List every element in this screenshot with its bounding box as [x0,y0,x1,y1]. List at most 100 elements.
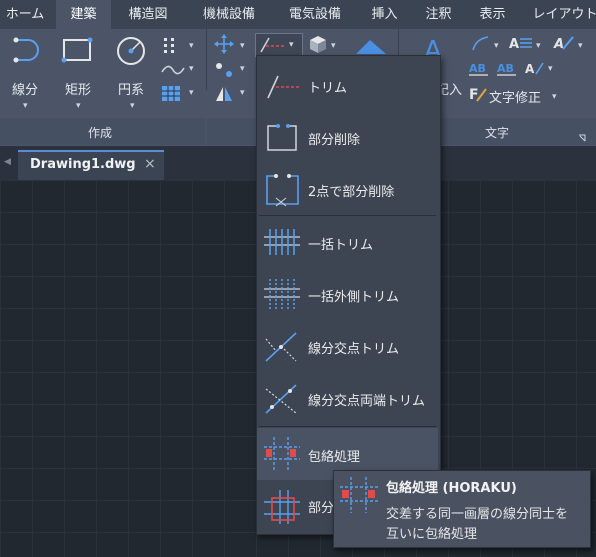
tab-home[interactable]: ホーム [0,0,50,29]
menu-separator [259,426,436,427]
tab-electrical[interactable]: 電気設備 [276,0,354,29]
text-panel-title: 文字 [485,126,510,140]
chevron-down-icon[interactable]: ▾ [536,41,541,51]
line-icon [13,37,39,63]
intersection-both-trim-icon [265,384,297,414]
chevron-down-icon[interactable]: ▾ [23,101,28,111]
text-ab-underline-icon: AB [497,62,516,76]
chevron-down-icon[interactable]: ▾ [494,41,499,51]
chevron-down-icon[interactable]: ▾ [189,64,194,74]
text-style-button[interactable]: A [508,35,534,55]
envelope-icon [340,477,378,513]
menu-item-trim[interactable]: トリム [257,60,438,112]
chevron-down-icon[interactable]: ▾ [189,41,194,51]
text-ab2-button[interactable]: AB [496,60,518,80]
chevron-down-icon[interactable]: ▾ [331,41,336,51]
document-tab-name: Drawing1.dwg [30,157,136,172]
text-ab-icon: AB [469,62,488,76]
trim-icon [267,75,300,99]
line-label: 線分 [12,83,39,98]
text-ab-button[interactable]: AB [468,60,490,80]
hatch-button[interactable] [161,85,183,107]
tooltip: 包絡処理 (HORAKU) 交差する同一画層の線分同士を 互いに包絡処理 [333,470,591,548]
menu-item-label: 一括トリム [308,238,374,253]
chevron-down-icon[interactable]: ▾ [240,88,245,98]
spline-icon [161,65,185,75]
text-eraser-icon: A [553,36,574,52]
batch-trim-icon [264,229,300,255]
menu-item-label: 包絡処理 [308,450,361,465]
menu-item-label: 2点で部分削除 [308,185,395,200]
tooltip-title: 包絡処理 (HORAKU) [386,481,517,496]
edit-text-button[interactable]: F [468,85,488,107]
chevron-down-icon[interactable]: ▾ [240,41,245,51]
menu-item-intersection-both-trim[interactable]: 線分交点両端トリム [257,373,438,425]
menu-item-two-point-delete[interactable]: 2点で部分削除 [257,164,438,216]
menu-item-label: 線分交点トリム [308,342,400,357]
partial-envelope-icon [264,490,300,524]
batch-outer-trim-icon [264,279,300,309]
two-point-delete-icon [266,174,299,207]
tooltip-description-line1: 交差する同一画層の線分同士を [386,507,569,522]
points-icon [164,38,174,53]
move-button[interactable] [213,34,235,58]
trim-dropdown-menu: トリム 部分削除 2点で部分削除 一括トリム 一括外側トリム 線分交点トリム 線… [256,55,441,535]
rect-button[interactable] [60,36,96,72]
intersection-trim-icon [265,332,297,362]
trim-dropdown-button[interactable]: ▾ [255,33,303,57]
envelope-icon [264,437,300,471]
menu-item-intersection-trim[interactable]: 線分交点トリム [257,321,438,373]
tab-scroll-left-icon[interactable]: ◀ [4,157,11,167]
tab-architecture[interactable]: 建築 [56,0,111,29]
chevron-down-icon[interactable]: ▾ [240,64,245,74]
tab-insert[interactable]: 挿入 [362,0,407,29]
menu-item-batch-trim[interactable]: 一括トリム [257,217,438,269]
document-tab[interactable]: Drawing1.dwg × [18,150,164,180]
close-icon[interactable]: × [144,156,156,172]
points-button[interactable] [162,36,184,58]
svg-text:A: A [509,37,519,51]
menu-item-partial-delete[interactable]: 部分削除 [257,112,438,164]
create-panel-title: 作成 [88,126,113,140]
menu-item-label: 部分 [308,501,335,516]
chevron-down-icon[interactable]: ▾ [552,92,557,102]
copy-button[interactable] [213,60,235,84]
chevron-down-icon[interactable]: ▾ [578,41,583,51]
menu-item-label: 一括外側トリム [308,290,400,305]
leader-icon [472,36,489,51]
menu-item-batch-outer-trim[interactable]: 一括外側トリム [257,269,438,321]
copy-icon [216,63,232,77]
tab-structure[interactable]: 構造図 [118,0,178,29]
spline-button[interactable] [160,62,186,82]
chevron-down-icon[interactable]: ▾ [130,101,135,111]
edit-text-label: 文字修正 [489,91,542,106]
chevron-down-icon[interactable]: ▾ [548,64,553,74]
tab-annotate[interactable]: 注釈 [416,0,461,29]
menu-item-label: 線分交点両端トリム [308,394,426,409]
text-rotate-button[interactable]: A [524,60,546,82]
menu-separator [259,215,436,216]
panel-divider [206,4,207,90]
text-clear-button[interactable]: A [553,35,575,55]
leader-button[interactable] [470,33,492,57]
circle-icon [117,37,145,65]
box-icon [310,36,326,53]
chevron-down-icon: ▾ [289,40,294,50]
chevron-down-icon[interactable]: ▾ [76,101,81,111]
circle-label: 円系 [118,83,145,98]
tab-view[interactable]: 表示 [470,0,515,29]
panel-launcher-icon[interactable] [578,127,586,142]
tab-layout[interactable]: レイアウト [528,0,596,29]
text-align-icon: A [509,37,532,52]
line-button[interactable] [8,36,44,72]
text-rotate-icon: A [525,62,544,76]
mirror-button[interactable] [213,84,235,108]
chevron-down-icon[interactable]: ▾ [189,88,194,98]
tab-mechanical[interactable]: 機械設備 [190,0,268,29]
text-edit-icon: F [469,87,487,103]
menu-item-label: トリム [308,81,348,96]
tooltip-description-line2: 互いに包絡処理 [386,527,478,542]
partial-delete-icon [267,124,297,151]
circle-button[interactable] [114,36,150,72]
trim-icon [260,37,284,53]
